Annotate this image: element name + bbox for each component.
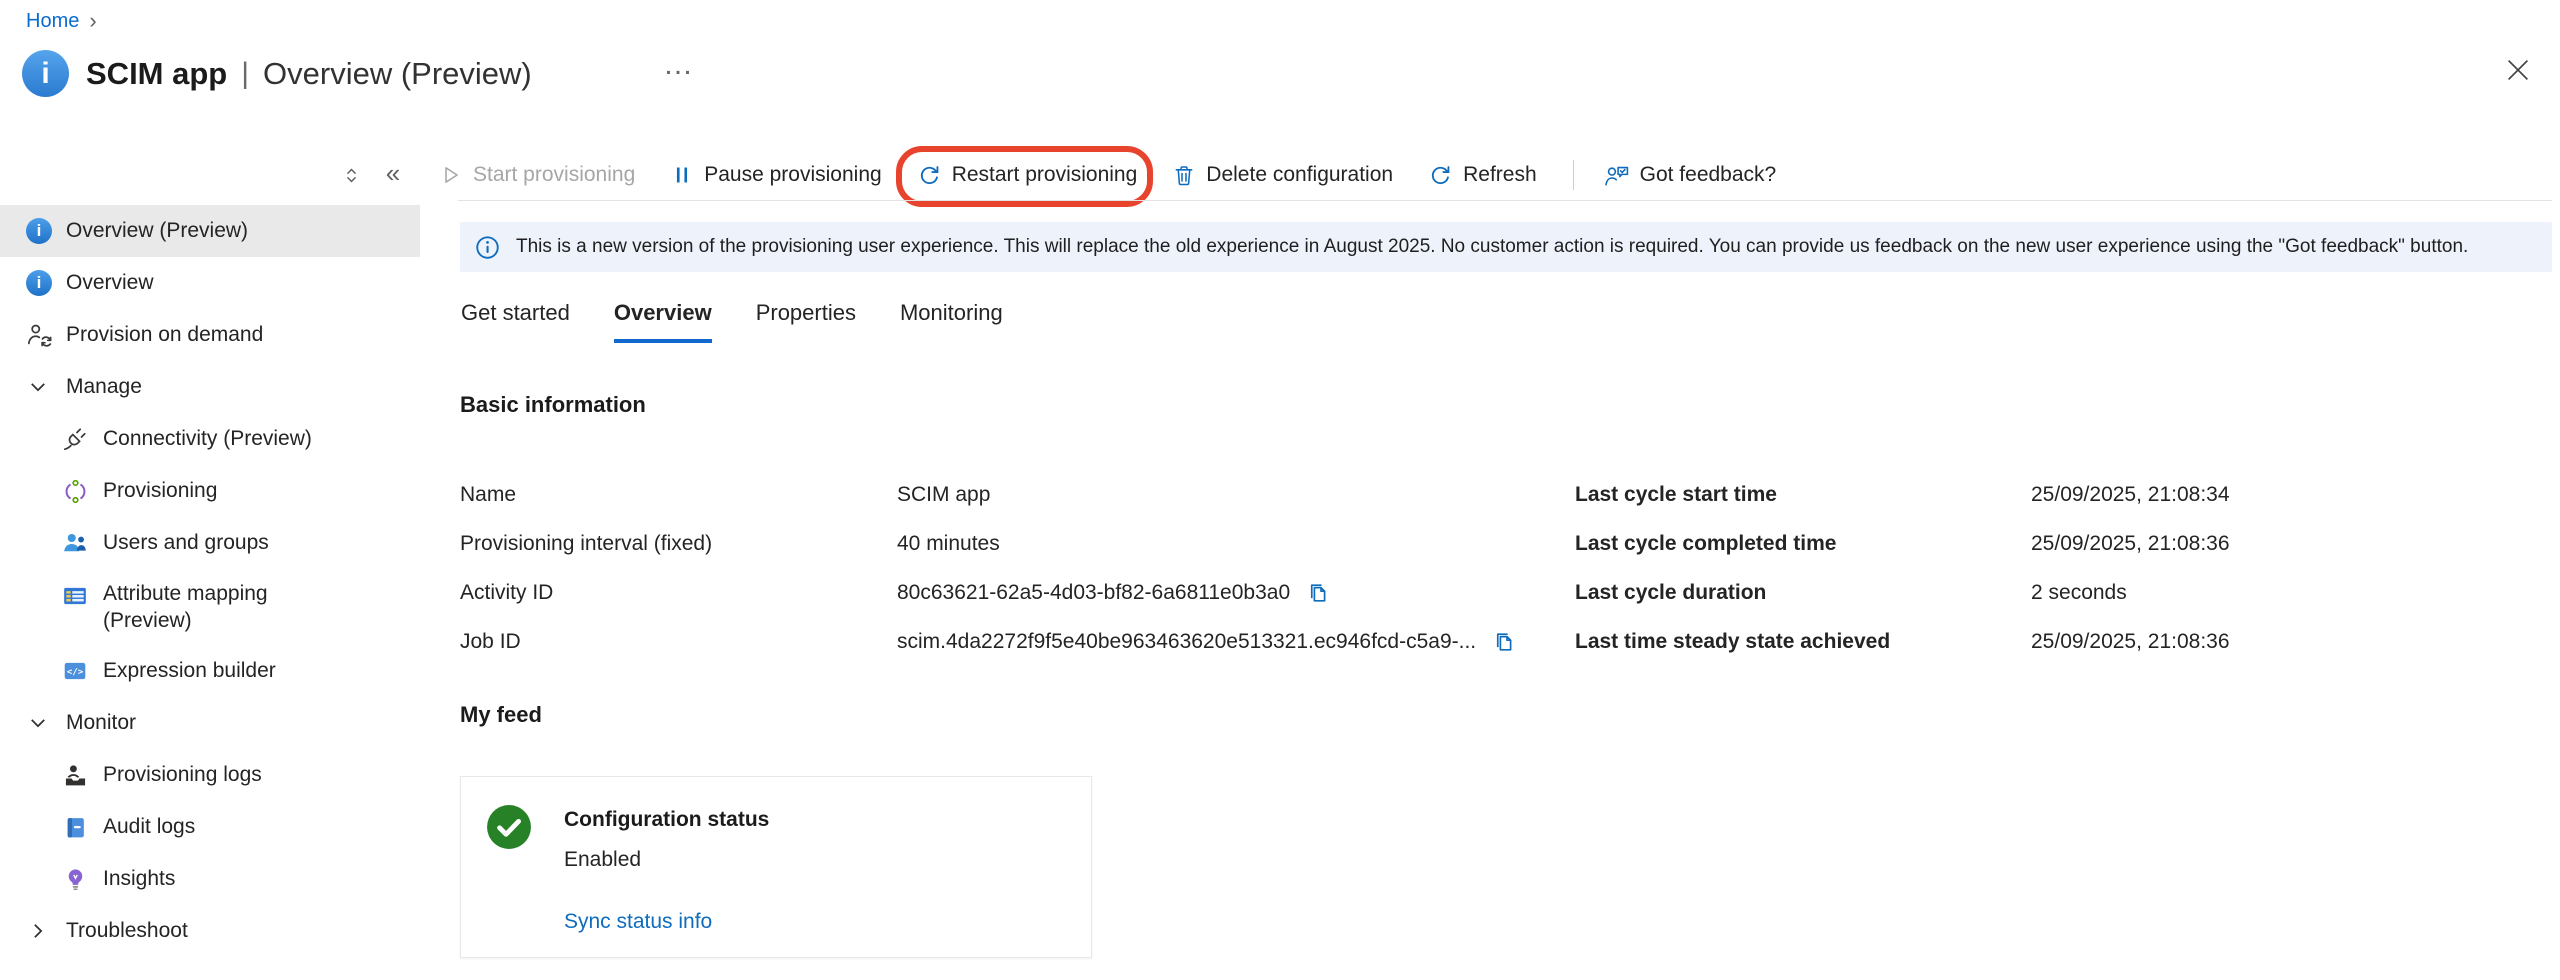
- restart-provisioning-button[interactable]: Restart provisioning: [918, 163, 1138, 187]
- sidebar-item-overview-preview[interactable]: i Overview (Preview): [0, 205, 420, 257]
- sidebar-item-provisioning[interactable]: Provisioning: [0, 465, 420, 517]
- sidebar-item-provisioning-logs[interactable]: Provisioning logs: [0, 749, 420, 801]
- chevron-down-icon: [28, 713, 48, 733]
- lightbulb-icon: [62, 866, 88, 892]
- info-icon: i: [26, 270, 52, 296]
- sync-status-info-link[interactable]: Sync status info: [564, 910, 712, 934]
- book-icon: [62, 814, 88, 840]
- sidebar-item-provision-on-demand[interactable]: Provision on demand: [0, 309, 420, 361]
- chevron-down-icon: [28, 377, 48, 397]
- pause-icon: [671, 164, 693, 186]
- sidebar-item-expression-builder[interactable]: </> Expression builder: [0, 645, 420, 697]
- table-icon: [62, 583, 88, 609]
- info-row-job-id: Job ID scim.4da2272f9f5e40be963463620e51…: [460, 617, 1540, 666]
- info-icon: i: [26, 218, 52, 244]
- person-sync-icon: [26, 322, 52, 348]
- info-banner: This is a new version of the provisionin…: [460, 222, 2552, 272]
- sidebar-item-audit-logs[interactable]: Audit logs: [0, 801, 420, 853]
- copy-activity-id-button[interactable]: [1306, 581, 1330, 605]
- sidebar-group-troubleshoot[interactable]: Troubleshoot: [0, 905, 420, 957]
- sidebar-item-overview[interactable]: i Overview: [0, 257, 420, 309]
- basic-info-right-column: Last cycle start time 25/09/2025, 21:08:…: [1575, 470, 2515, 666]
- plug-icon: [62, 426, 88, 452]
- collapse-icon: «: [386, 160, 400, 190]
- command-bar: « Start provisioning Pause provisioning …: [330, 150, 1812, 200]
- command-bar-underline: [458, 200, 2552, 201]
- breadcrumb-home-link[interactable]: Home: [26, 10, 79, 33]
- trash-icon: [1173, 164, 1195, 186]
- provisioning-overview-page: Home › i SCIM app | Overview (Preview) ……: [0, 0, 2560, 980]
- sidebar-group-manage[interactable]: Manage: [0, 361, 420, 413]
- info-row-duration: Last cycle duration 2 seconds: [1575, 568, 2515, 617]
- card-title: Configuration status: [564, 808, 769, 832]
- restart-provisioning-group: Restart provisioning: [918, 163, 1138, 187]
- breadcrumb: Home ›: [26, 8, 97, 34]
- info-circle-icon: [475, 235, 500, 260]
- play-icon: [440, 164, 462, 186]
- sidebar-group-monitor[interactable]: Monitor: [0, 697, 420, 749]
- restart-icon: [918, 164, 941, 187]
- basic-information-heading: Basic information: [460, 392, 646, 418]
- app-name: SCIM app: [86, 56, 227, 92]
- collapse-menu-button[interactable]: «: [372, 155, 414, 195]
- info-row-activity-id: Activity ID 80c63621-62a5-4d03-bf82-6a68…: [460, 568, 1540, 617]
- code-icon: </>: [62, 658, 88, 684]
- tab-properties[interactable]: Properties: [756, 300, 856, 343]
- svg-text:</>: </>: [67, 667, 84, 678]
- tab-bar: Get started Overview Properties Monitori…: [461, 300, 1003, 343]
- sidebar-item-insights[interactable]: Insights: [0, 853, 420, 905]
- people-icon: [62, 530, 88, 556]
- tab-overview[interactable]: Overview: [614, 300, 712, 343]
- app-logo-icon: i: [22, 50, 69, 97]
- sidebar-menu: i Overview (Preview) i Overview Provisio…: [0, 205, 420, 957]
- copy-job-id-button[interactable]: [1492, 630, 1516, 654]
- page-title-text: Overview (Preview): [263, 56, 532, 92]
- start-provisioning-button[interactable]: Start provisioning: [440, 163, 635, 187]
- tab-get-started[interactable]: Get started: [461, 300, 570, 343]
- info-row-name: Name SCIM app: [460, 470, 1540, 519]
- banner-text: This is a new version of the provisionin…: [516, 236, 2468, 258]
- pause-provisioning-button[interactable]: Pause provisioning: [671, 163, 881, 187]
- toolbar-divider: [1573, 160, 1574, 190]
- sidebar-item-attribute-mapping[interactable]: Attribute mapping (Preview): [0, 569, 420, 645]
- my-feed-heading: My feed: [460, 702, 542, 728]
- person-log-icon: [62, 762, 88, 788]
- title-separator: |: [241, 57, 249, 91]
- info-row-steady-state: Last time steady state achieved 25/09/20…: [1575, 617, 2515, 666]
- info-row-last-completed: Last cycle completed time 25/09/2025, 21…: [1575, 519, 2515, 568]
- resize-menu-button[interactable]: [330, 155, 372, 195]
- tab-monitoring[interactable]: Monitoring: [900, 300, 1003, 343]
- breadcrumb-chevron-icon: ›: [89, 8, 96, 34]
- sidebar-item-connectivity[interactable]: Connectivity (Preview): [0, 413, 420, 465]
- copy-icon: [1306, 581, 1330, 605]
- resize-icon: [342, 166, 361, 185]
- info-row-interval: Provisioning interval (fixed) 40 minutes: [460, 519, 1540, 568]
- card-status-value: Enabled: [564, 848, 641, 872]
- close-icon: [2503, 55, 2533, 85]
- feedback-icon: [1604, 164, 1629, 187]
- close-blade-button[interactable]: [2500, 52, 2536, 88]
- success-check-icon: [486, 804, 532, 855]
- sync-cycle-icon: [62, 478, 88, 504]
- copy-icon: [1492, 630, 1516, 654]
- delete-configuration-button[interactable]: Delete configuration: [1173, 163, 1393, 187]
- basic-info-left-column: Name SCIM app Provisioning interval (fix…: [460, 470, 1540, 666]
- more-options-button[interactable]: …: [655, 44, 703, 86]
- page-title: SCIM app | Overview (Preview): [86, 56, 532, 92]
- refresh-button[interactable]: Refresh: [1429, 163, 1537, 187]
- got-feedback-button[interactable]: Got feedback?: [1604, 163, 1777, 187]
- chevron-right-icon: [28, 921, 48, 941]
- refresh-icon: [1429, 164, 1452, 187]
- sidebar-item-users-and-groups[interactable]: Users and groups: [0, 517, 420, 569]
- configuration-status-card: Configuration status Enabled Sync status…: [460, 776, 1092, 958]
- info-row-last-start: Last cycle start time 25/09/2025, 21:08:…: [1575, 470, 2515, 519]
